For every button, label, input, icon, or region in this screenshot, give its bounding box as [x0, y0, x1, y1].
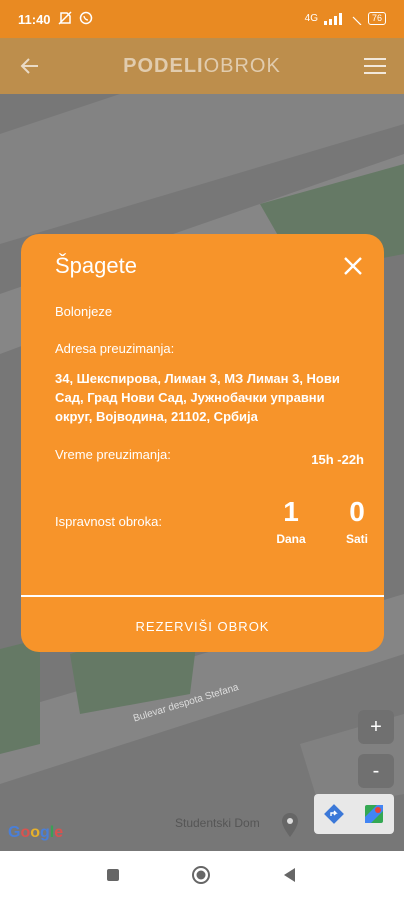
validity-days-value: 1: [283, 496, 299, 527]
address-label: Adresa preuzimanja:: [55, 341, 175, 356]
status-time: 11:40: [18, 12, 51, 27]
google-logo: Google: [8, 824, 64, 841]
signal-icon: [323, 12, 342, 25]
validity-days-unit: Dana: [276, 532, 306, 546]
validity-label: Ispravnost obroka:: [55, 514, 162, 529]
status-left-icons: [58, 11, 93, 26]
pickup-time-label: Vreme preuzimanja:: [55, 447, 171, 462]
app-title-light: OBROK: [203, 55, 281, 77]
battery-icon: 76: [367, 12, 386, 25]
map-pin-icon[interactable]: [280, 812, 300, 838]
validity-hours: 0 Sati: [339, 496, 375, 547]
address-value: 34, Шекспирова, Лиман 3, МЗ Лиман 3, Нов…: [55, 371, 340, 424]
reserve-meal-button[interactable]: REZERVIŠI OBROK: [21, 619, 384, 634]
divider: [21, 595, 384, 597]
menu-icon[interactable]: [364, 56, 386, 76]
validity-hours-value: 0: [349, 496, 365, 527]
system-nav-bar: [0, 851, 404, 900]
close-icon[interactable]: [342, 255, 364, 277]
meal-description: Bolonjeze: [55, 304, 113, 319]
status-bar: 11:40 4G 76: [0, 0, 404, 38]
place-label: Studentski Dom: [175, 816, 260, 830]
no-sim-icon: [58, 11, 72, 25]
app-bar: PODELIOBROK: [0, 38, 404, 94]
back-triangle-icon[interactable]: [278, 863, 302, 887]
meal-title: Špagete: [55, 253, 137, 278]
home-icon[interactable]: [189, 863, 213, 887]
zoom-out-button[interactable]: -: [358, 754, 394, 788]
directions-icon[interactable]: [323, 803, 345, 825]
zoom-in-button[interactable]: +: [358, 710, 394, 744]
viber-icon: [80, 11, 93, 25]
app-title-bold: PODELI: [123, 55, 204, 77]
signal-label: 4G: [304, 13, 318, 24]
status-right: 4G 76: [305, 12, 386, 25]
wifi-off-icon: [352, 16, 362, 25]
meal-dialog: Špagete Bolonjeze Adresa preuzimanja: 34…: [21, 234, 384, 652]
map-toolbar: [314, 794, 394, 834]
validity-hours-unit: Sati: [345, 532, 368, 546]
validity-days: 1 Dana: [273, 496, 309, 547]
pickup-time-value: 15h -22h: [311, 452, 364, 467]
recent-apps-icon[interactable]: [101, 863, 125, 887]
app-title: PODELIOBROK: [0, 55, 404, 78]
google-maps-icon[interactable]: [363, 803, 385, 825]
